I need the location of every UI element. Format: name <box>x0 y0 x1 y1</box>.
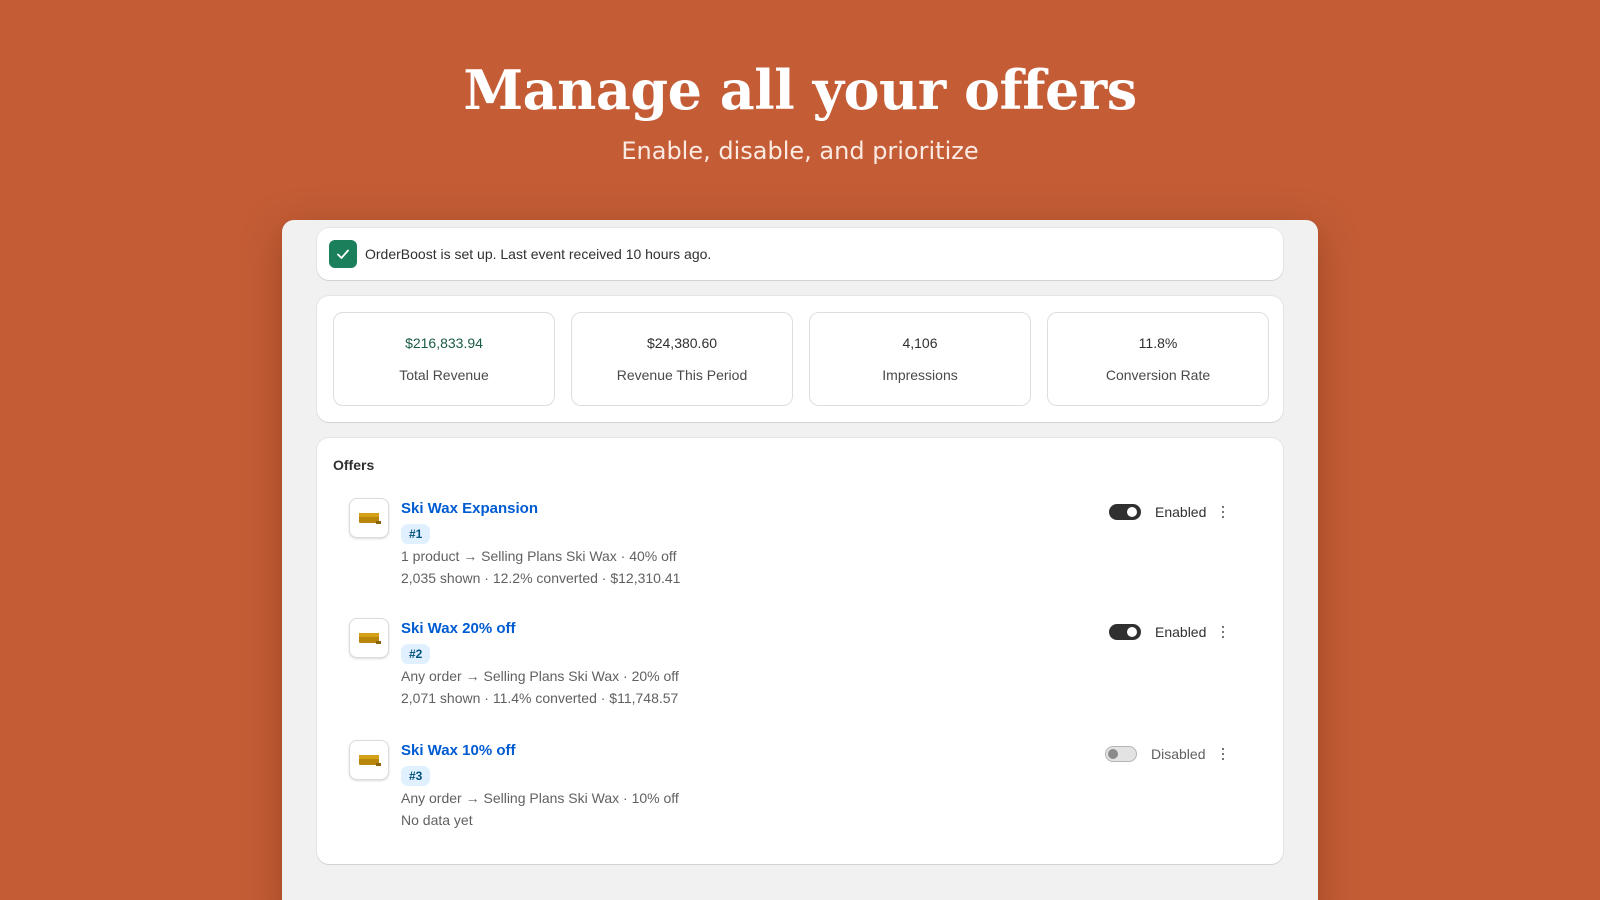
more-actions-icon[interactable] <box>1217 504 1229 520</box>
offer-stats: 2,071 shown · 11.4% converted · $11,748.… <box>401 690 679 706</box>
priority-badge: #2 <box>401 644 431 664</box>
stat-label: Total Revenue <box>399 367 489 383</box>
check-icon <box>329 240 357 268</box>
stat-conversion-rate: 11.8% Conversion Rate <box>1047 312 1269 406</box>
offer-description: Any order → Selling Plans Ski Wax · 10% … <box>401 790 679 806</box>
setup-status-text: OrderBoost is set up. Last event receive… <box>365 246 712 262</box>
more-actions-icon[interactable] <box>1217 624 1229 640</box>
offer-row: Ski Wax 20% off #2 Any order → Selling P… <box>349 618 1249 728</box>
stat-value: 4,106 <box>902 335 938 351</box>
offer-title-link[interactable]: Ski Wax 20% off <box>401 620 515 637</box>
offers-heading: Offers <box>333 457 375 473</box>
more-actions-icon[interactable] <box>1217 746 1229 762</box>
stat-value: $24,380.60 <box>646 335 718 351</box>
offer-description: Any order → Selling Plans Ski Wax · 20% … <box>401 668 679 684</box>
priority-badge: #1 <box>401 524 431 544</box>
offer-status-label: Enabled <box>1155 624 1207 640</box>
offer-toggle[interactable] <box>1109 504 1141 520</box>
offer-toggle[interactable] <box>1105 746 1137 762</box>
offer-toggle[interactable] <box>1109 624 1141 640</box>
offer-description: 1 product → Selling Plans Ski Wax · 40% … <box>401 548 677 564</box>
toggle-knob <box>1127 507 1137 517</box>
stat-label: Conversion Rate <box>1105 367 1211 383</box>
setup-status-banner: OrderBoost is set up. Last event receive… <box>317 228 1283 280</box>
offer-stats: 2,035 shown · 12.2% converted · $12,310.… <box>401 570 681 586</box>
offer-row: Ski Wax Expansion #1 1 product → Selling… <box>349 498 1249 608</box>
toggle-knob <box>1127 627 1137 637</box>
product-thumbnail <box>349 498 389 538</box>
offer-status-label: Disabled <box>1151 746 1206 762</box>
stats-card: $216,833.94 Total Revenue $24,380.60 Rev… <box>317 296 1283 422</box>
hero-subtitle: Enable, disable, and prioritize <box>621 137 979 165</box>
app-window: OrderBoost is set up. Last event receive… <box>282 220 1318 900</box>
stat-value: $216,833.94 <box>405 335 483 351</box>
priority-badge: #3 <box>401 766 431 786</box>
offers-card: Offers Ski Wax Expansion #1 1 product → … <box>317 438 1283 864</box>
offer-title-link[interactable]: Ski Wax 10% off <box>401 742 515 759</box>
toggle-knob <box>1108 749 1118 759</box>
offer-status-label: Enabled <box>1155 504 1207 520</box>
stat-total-revenue: $216,833.94 Total Revenue <box>333 312 555 406</box>
stat-revenue-this-period: $24,380.60 Revenue This Period <box>571 312 793 406</box>
hero-title: Manage all your offers <box>463 58 1137 122</box>
stat-label: Impressions <box>882 367 958 383</box>
stat-impressions: 4,106 Impressions <box>809 312 1031 406</box>
stat-label: Revenue This Period <box>616 367 748 383</box>
stat-value: 11.8% <box>1138 335 1178 351</box>
offer-row: Ski Wax 10% off #3 Any order → Selling P… <box>349 740 1249 850</box>
offer-title-link[interactable]: Ski Wax Expansion <box>401 500 538 517</box>
offer-stats: No data yet <box>401 812 473 828</box>
product-thumbnail <box>349 618 389 658</box>
product-thumbnail <box>349 740 389 780</box>
